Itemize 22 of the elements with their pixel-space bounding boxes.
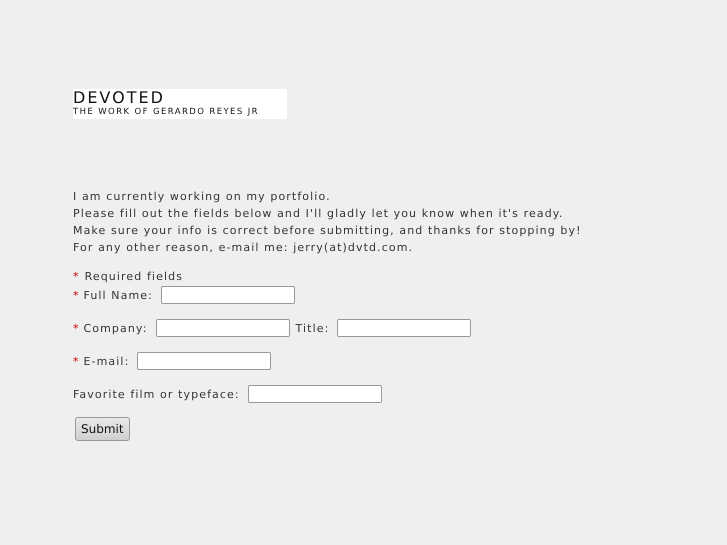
field-label: Title: bbox=[296, 322, 330, 334]
required-mark: * bbox=[73, 322, 78, 334]
logo-subtitle: THE WORK OF GERARDO REYES JR bbox=[73, 106, 259, 118]
required-mark: * bbox=[73, 354, 78, 368]
intro-text: Please fill out the fields below and I'll gladly let you know when it's ready. bbox=[73, 206, 564, 222]
required-mark: * bbox=[73, 288, 78, 302]
input-field[interactable] bbox=[248, 385, 382, 403]
input-field[interactable] bbox=[156, 319, 290, 337]
field-label: E-mail: bbox=[84, 354, 130, 368]
required-mark: * bbox=[73, 270, 80, 283]
input-field[interactable] bbox=[337, 319, 472, 337]
field-label: Full Name: bbox=[84, 288, 153, 302]
intro-text: I am currently working on my portfolio. bbox=[73, 189, 331, 205]
legend-text: Required fields bbox=[84, 270, 184, 283]
intro-text: For any other reason, e-mail me: jerry(at)dvtd.com. bbox=[73, 240, 414, 256]
input-field[interactable] bbox=[137, 352, 272, 370]
input-field[interactable] bbox=[160, 286, 295, 304]
submit-button[interactable]: Submit bbox=[75, 417, 130, 441]
field-label: Company: bbox=[84, 322, 148, 334]
logo-title: DEVOTED bbox=[73, 89, 165, 106]
intro-text: Make sure your info is correct before submitting, and thanks for stopping by! bbox=[73, 223, 582, 239]
field-label: Favorite film or typeface: bbox=[73, 388, 240, 400]
